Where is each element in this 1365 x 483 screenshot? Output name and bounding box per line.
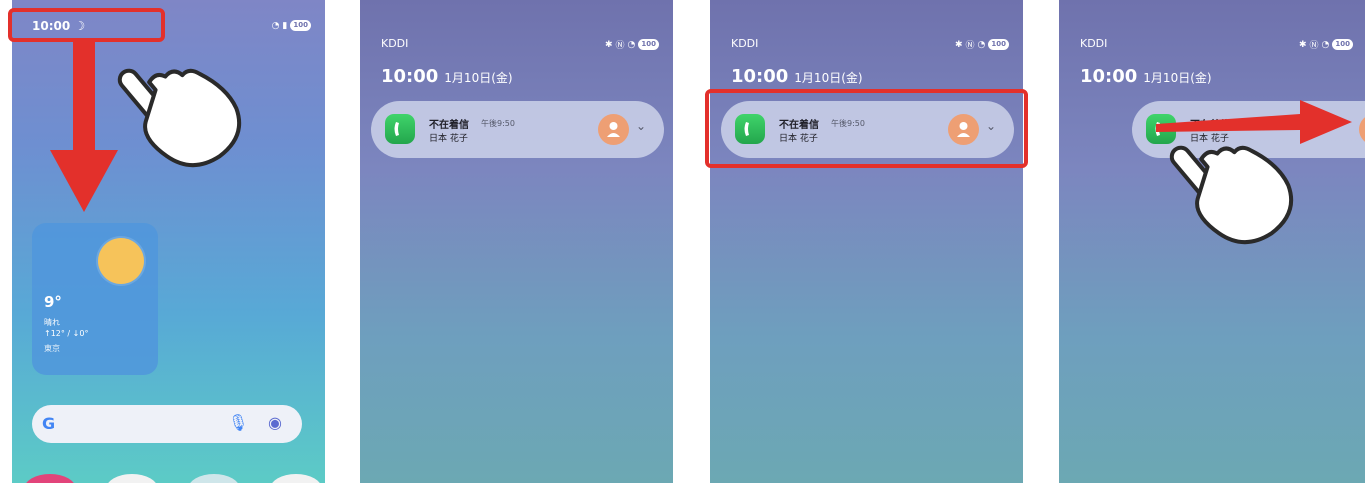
sun-icon — [98, 238, 144, 284]
notification-time: 午後9:50 — [481, 119, 515, 128]
lock-clock: 10:00 1月10日(金) — [381, 66, 513, 87]
carrier-label: KDDI — [1080, 37, 1108, 50]
battery-icon: 100 — [290, 20, 311, 31]
status-bar-highlight — [8, 8, 165, 42]
notification-caller: 日本 花子 — [429, 134, 468, 144]
lock-screen-1: KDDI ✱ Ⓝ ◔ 100 10:00 1月10日(金) 不在着信 午後9:5… — [360, 0, 673, 483]
weather-city: 東京 — [44, 344, 60, 353]
status-bar-icons: ✱ Ⓝ ◔ 100 — [955, 38, 1009, 51]
nfc-icon: Ⓝ — [965, 41, 975, 51]
wifi-icon: ◔ — [627, 39, 636, 50]
lock-screen-2: KDDI ✱ Ⓝ ◔ 100 10:00 1月10日(金) 不在着信 午後9:5… — [710, 0, 1023, 483]
mic-icon[interactable]: 🎙 — [228, 413, 248, 432]
weather-condition: 晴れ — [44, 318, 60, 327]
dock-app-icon[interactable] — [188, 474, 240, 483]
google-logo-icon: G — [42, 414, 56, 433]
contact-avatar-icon — [598, 114, 629, 145]
status-bar-icons: ◔ ▮ 100 — [272, 20, 311, 31]
lock-date: 1月10日(金) — [1143, 71, 1212, 85]
tutorial-stage: 10:00 ☽ ◔ ▮ 100 9° 晴れ ↑12° / ↓0° 東京 G 🎙 … — [0, 0, 1365, 483]
dock-app-icon[interactable] — [106, 474, 158, 483]
notification-title: 不在着信 — [429, 120, 469, 131]
signal-icon: ▮ — [282, 20, 288, 31]
wifi-icon: ◔ — [977, 39, 986, 50]
phone-app-icon — [1146, 114, 1176, 144]
weather-range: ↑12° / ↓0° — [44, 329, 89, 338]
notification-title: 不在着信 — [1190, 120, 1230, 131]
missed-call-notification[interactable]: 不在着信 午後9:50 日本 花子 ⌄ — [371, 101, 664, 158]
lock-date: 1月10日(金) — [444, 71, 513, 85]
bluetooth-icon: ✱ — [954, 39, 963, 50]
nfc-icon: Ⓝ — [1309, 41, 1319, 51]
nfc-icon: Ⓝ — [615, 41, 625, 51]
bluetooth-icon: ✱ — [604, 39, 613, 50]
missed-call-notification[interactable]: 不在着信 日本 花子 — [1132, 101, 1365, 158]
lock-clock: 10:00 1月10日(金) — [731, 66, 863, 87]
status-bar-icons: ✱ Ⓝ ◔ 100 — [1299, 38, 1353, 51]
bluetooth-icon: ✱ — [1298, 39, 1307, 50]
lock-clock: 10:00 1月10日(金) — [1080, 66, 1212, 87]
dock-app-icon[interactable] — [24, 474, 76, 483]
wifi-icon: ◔ — [271, 20, 280, 31]
contact-avatar-icon — [1359, 114, 1365, 145]
carrier-label: KDDI — [731, 37, 759, 50]
weather-temperature: 9° — [44, 293, 62, 311]
home-screen: 10:00 ☽ ◔ ▮ 100 9° 晴れ ↑12° / ↓0° 東京 G 🎙 … — [12, 0, 325, 483]
lock-date: 1月10日(金) — [794, 71, 863, 85]
lock-time: 10:00 — [731, 66, 789, 87]
carrier-label: KDDI — [381, 37, 409, 50]
battery-icon: 100 — [988, 39, 1009, 50]
status-bar-icons: ✱ Ⓝ ◔ 100 — [605, 38, 659, 51]
chevron-down-icon[interactable]: ⌄ — [636, 119, 646, 133]
weather-widget[interactable]: 9° 晴れ ↑12° / ↓0° 東京 — [32, 223, 158, 375]
lens-icon[interactable]: ◉ — [268, 413, 282, 432]
dock-app-icon[interactable] — [270, 474, 322, 483]
lock-time: 10:00 — [1080, 66, 1138, 87]
wifi-icon: ◔ — [1321, 39, 1330, 50]
google-search-bar[interactable]: G 🎙 ◉ — [32, 405, 302, 443]
phone-app-icon — [385, 114, 415, 144]
notification-caller: 日本 花子 — [1190, 134, 1229, 144]
battery-icon: 100 — [638, 39, 659, 50]
lock-time: 10:00 — [381, 66, 439, 87]
notification-highlight — [705, 89, 1028, 168]
battery-icon: 100 — [1332, 39, 1353, 50]
lock-screen-3: KDDI ✱ Ⓝ ◔ 100 10:00 1月10日(金) 不在着信 日本 花子 — [1059, 0, 1365, 483]
